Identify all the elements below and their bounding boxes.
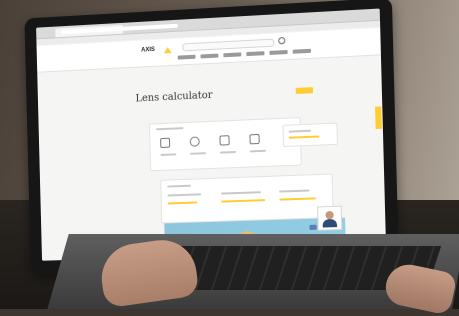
nav-item[interactable]	[200, 53, 219, 59]
option-icon[interactable]	[249, 133, 260, 145]
person-avatar	[317, 205, 343, 231]
text-line	[155, 127, 184, 131]
nav-item[interactable]	[246, 51, 265, 57]
accent-line	[279, 197, 316, 201]
accent-line	[167, 201, 198, 205]
search-input[interactable]	[182, 38, 275, 52]
search-icon[interactable]	[278, 36, 286, 45]
photo-scene: AXIS Lens calculator	[0, 0, 459, 316]
option-icon[interactable]	[219, 135, 230, 146]
accent-line	[221, 199, 266, 203]
text-line	[160, 153, 177, 156]
cta-button[interactable]	[295, 87, 314, 95]
option-icon[interactable]	[160, 137, 171, 149]
text-line	[288, 129, 312, 133]
text-line	[220, 191, 262, 195]
text-line	[249, 149, 266, 153]
nav-item[interactable]	[223, 52, 242, 58]
text-line	[167, 184, 191, 188]
nav-item[interactable]	[269, 49, 288, 55]
text-line	[167, 193, 202, 197]
text-line	[279, 189, 310, 193]
laptop-lid: AXIS Lens calculator	[24, 0, 399, 275]
chat-icon[interactable]	[309, 224, 317, 230]
nav-item[interactable]	[292, 48, 312, 54]
person-body	[322, 218, 338, 228]
text-line	[190, 152, 206, 155]
option-icon[interactable]	[189, 136, 200, 147]
laptop-screen: AXIS Lens calculator	[36, 8, 387, 261]
person-head	[325, 210, 334, 220]
logo-triangle-icon	[163, 46, 172, 54]
side-card	[282, 122, 338, 148]
feedback-tab[interactable]	[375, 106, 382, 130]
settings-card	[160, 173, 334, 224]
selection-card	[148, 117, 302, 172]
nav-item[interactable]	[177, 54, 196, 60]
brand-logo[interactable]: AXIS	[141, 46, 163, 55]
accent-line	[288, 135, 320, 139]
text-line	[219, 150, 236, 154]
